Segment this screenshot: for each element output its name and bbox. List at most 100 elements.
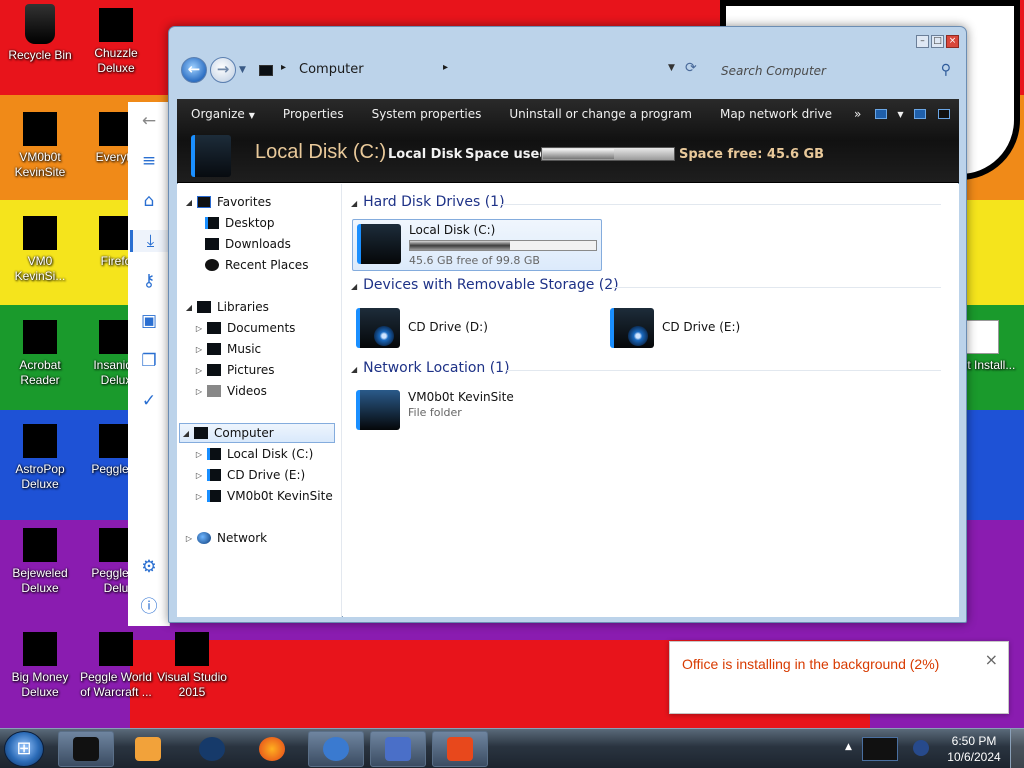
install-icon[interactable]: ⤓ bbox=[130, 230, 168, 252]
group-hard-disk-drives[interactable]: ◢ Hard Disk Drives (1) bbox=[351, 194, 941, 210]
nav-favorites[interactable]: ◢ Favorites bbox=[183, 192, 271, 212]
nav-music-label: Music bbox=[227, 342, 262, 356]
nav-music[interactable]: ▷ Music bbox=[193, 339, 261, 359]
desktop-icon-recycle-bin[interactable]: Recycle Bin bbox=[2, 2, 78, 98]
menu-icon[interactable]: ≡ bbox=[138, 150, 160, 172]
back-button[interactable]: ← bbox=[181, 57, 207, 83]
nav-pictures-label: Pictures bbox=[227, 363, 275, 377]
tray-network-icon[interactable] bbox=[862, 737, 898, 761]
breadcrumb-separator-icon[interactable]: ▸ bbox=[443, 62, 448, 73]
collapsed-arrow-icon[interactable]: ▷ bbox=[193, 492, 205, 501]
nav-local-disk[interactable]: ▷ Local Disk (C:) bbox=[193, 444, 313, 464]
group-network-location[interactable]: ◢ Network Location (1) bbox=[351, 360, 941, 376]
item-cd-drive-e[interactable]: CD Drive (E:) bbox=[606, 304, 846, 352]
back-arrow-icon[interactable]: ← bbox=[138, 110, 160, 132]
taskbar-office[interactable] bbox=[432, 731, 488, 767]
minimize-button[interactable]: – bbox=[916, 35, 929, 48]
nav-documents[interactable]: ▷ Documents bbox=[193, 318, 296, 338]
tray-status-icon[interactable] bbox=[913, 740, 929, 756]
collapsed-arrow-icon[interactable]: ▷ bbox=[193, 366, 205, 375]
expanded-arrow-icon[interactable]: ◢ bbox=[183, 303, 195, 312]
nav-network[interactable]: ▷ Network bbox=[183, 528, 267, 548]
more-commands-button[interactable]: » bbox=[846, 107, 869, 121]
taskbar-explorer[interactable] bbox=[58, 731, 114, 767]
nav-vm0b0t[interactable]: ▷ VM0b0t KevinSite bbox=[193, 486, 333, 506]
show-desktop-button[interactable] bbox=[1010, 729, 1024, 768]
info-icon[interactable]: ⓘ bbox=[138, 596, 160, 618]
item-cd-drive-d[interactable]: CD Drive (D:) bbox=[352, 304, 592, 352]
taskbar-qbittorrent[interactable] bbox=[308, 731, 364, 767]
document-check-icon[interactable]: ✓ bbox=[138, 390, 160, 412]
downloads-icon bbox=[205, 238, 219, 250]
copy-icon[interactable]: ❐ bbox=[138, 350, 160, 372]
desktop-icon-bejeweled[interactable]: Bejeweled Deluxe bbox=[2, 522, 78, 618]
collapsed-arrow-icon[interactable]: ▷ bbox=[183, 534, 195, 543]
taskbar-firefox[interactable] bbox=[244, 731, 300, 767]
refresh-icon[interactable]: ⟳ bbox=[685, 60, 697, 76]
view-options-dropdown[interactable]: ▼ bbox=[893, 110, 907, 119]
item-local-disk[interactable]: Local Disk (C:) 45.6 GB free of 99.8 GB bbox=[352, 219, 602, 271]
briefcase-icon[interactable]: ▣ bbox=[138, 310, 160, 332]
recent-pages-dropdown[interactable]: ▼ bbox=[239, 65, 246, 75]
group-removable-storage[interactable]: ◢ Devices with Removable Storage (2) bbox=[351, 277, 941, 293]
expanded-arrow-icon[interactable]: ◢ bbox=[180, 429, 192, 438]
start-button[interactable]: ⊞ bbox=[4, 731, 44, 767]
breadcrumb-separator-icon[interactable]: ▸ bbox=[281, 62, 286, 73]
desktop-icon-big-money[interactable]: Big Money Deluxe bbox=[2, 626, 78, 722]
change-view-icon[interactable] bbox=[875, 109, 888, 119]
search-input[interactable]: Search Computer ⚲ bbox=[715, 59, 955, 83]
desktop-icon-acrobat[interactable]: Acrobat Reader bbox=[2, 314, 78, 410]
map-network-drive-button[interactable]: Map network drive bbox=[706, 107, 846, 121]
forward-button[interactable]: → bbox=[210, 57, 236, 83]
collapsed-arrow-icon[interactable]: ▷ bbox=[193, 450, 205, 459]
help-icon[interactable] bbox=[937, 109, 950, 119]
organize-button[interactable]: Organize ▼ bbox=[177, 107, 269, 121]
nav-recent-places[interactable]: Recent Places bbox=[203, 255, 308, 275]
clock-time: 6:50 PM bbox=[951, 734, 997, 748]
nav-libraries[interactable]: ◢ Libraries bbox=[183, 297, 269, 317]
nav-cd-drive[interactable]: ▷ CD Drive (E:) bbox=[193, 465, 305, 485]
nav-videos[interactable]: ▷ Videos bbox=[193, 381, 267, 401]
desktop-icon-peggle-world[interactable]: Peggle World of Warcraft ... bbox=[78, 626, 154, 722]
office-install-notification[interactable]: Office is installing in the background (… bbox=[669, 641, 1009, 714]
taskbar-globe[interactable] bbox=[184, 731, 240, 767]
collapsed-arrow-icon[interactable]: ▷ bbox=[193, 345, 205, 354]
system-properties-button[interactable]: System properties bbox=[358, 107, 496, 121]
address-bar[interactable]: ▸ Computer ▸ bbox=[253, 59, 703, 83]
uninstall-program-button[interactable]: Uninstall or change a program bbox=[495, 107, 706, 121]
home-icon[interactable]: ⌂ bbox=[138, 190, 160, 212]
nav-desktop-label: Desktop bbox=[225, 216, 275, 230]
collapsed-arrow-icon[interactable]: ▷ bbox=[193, 387, 205, 396]
taskbar-clock[interactable]: 6:50 PM 10/6/2024 bbox=[944, 733, 1004, 765]
desktop-icon-astropop[interactable]: AstroPop Deluxe bbox=[2, 418, 78, 514]
preview-pane-icon[interactable] bbox=[913, 109, 926, 119]
settings-gear-icon[interactable]: ⚙ bbox=[138, 556, 160, 578]
desktop-icon-vm0[interactable]: VM0 KevinSi... bbox=[2, 210, 78, 306]
nav-downloads[interactable]: Downloads bbox=[203, 234, 291, 254]
properties-button[interactable]: Properties bbox=[269, 107, 358, 121]
visual-studio-icon bbox=[175, 632, 209, 666]
desktop-icon-visual-studio[interactable]: Visual Studio 2015 bbox=[154, 626, 230, 722]
collapsed-arrow-icon[interactable]: ▷ bbox=[193, 324, 205, 333]
item-local-disk-free: 45.6 GB free of 99.8 GB bbox=[409, 254, 540, 267]
breadcrumb-computer[interactable]: Computer bbox=[299, 62, 364, 77]
desktop-icon-chuzzle[interactable]: Chuzzle Deluxe bbox=[78, 2, 154, 98]
notification-close-button[interactable]: × bbox=[985, 650, 998, 669]
taskbar-media-player[interactable] bbox=[120, 731, 176, 767]
drive-icon bbox=[191, 135, 231, 177]
item-cd-e-name: CD Drive (E:) bbox=[662, 320, 741, 334]
nav-pictures[interactable]: ▷ Pictures bbox=[193, 360, 275, 380]
nav-computer[interactable]: ◢ Computer bbox=[179, 423, 335, 443]
item-vm0b0t-kevinsite[interactable]: VM0b0t KevinSite File folder bbox=[352, 386, 592, 434]
desktop-icon-vm0b0t[interactable]: VM0b0t KevinSite bbox=[2, 106, 78, 202]
nav-desktop[interactable]: Desktop bbox=[203, 213, 275, 233]
nav-favorites-label: Favorites bbox=[217, 195, 272, 209]
address-dropdown[interactable]: ▼ bbox=[668, 63, 675, 73]
close-button[interactable]: × bbox=[946, 35, 959, 48]
maximize-button[interactable]: □ bbox=[931, 35, 944, 48]
show-hidden-icons-arrow-icon[interactable]: ▲ bbox=[845, 742, 852, 752]
expanded-arrow-icon[interactable]: ◢ bbox=[183, 198, 195, 207]
taskbar-teams-installer[interactable] bbox=[370, 731, 426, 767]
collapsed-arrow-icon[interactable]: ▷ bbox=[193, 471, 205, 480]
key-icon[interactable]: ⚷ bbox=[138, 270, 160, 292]
